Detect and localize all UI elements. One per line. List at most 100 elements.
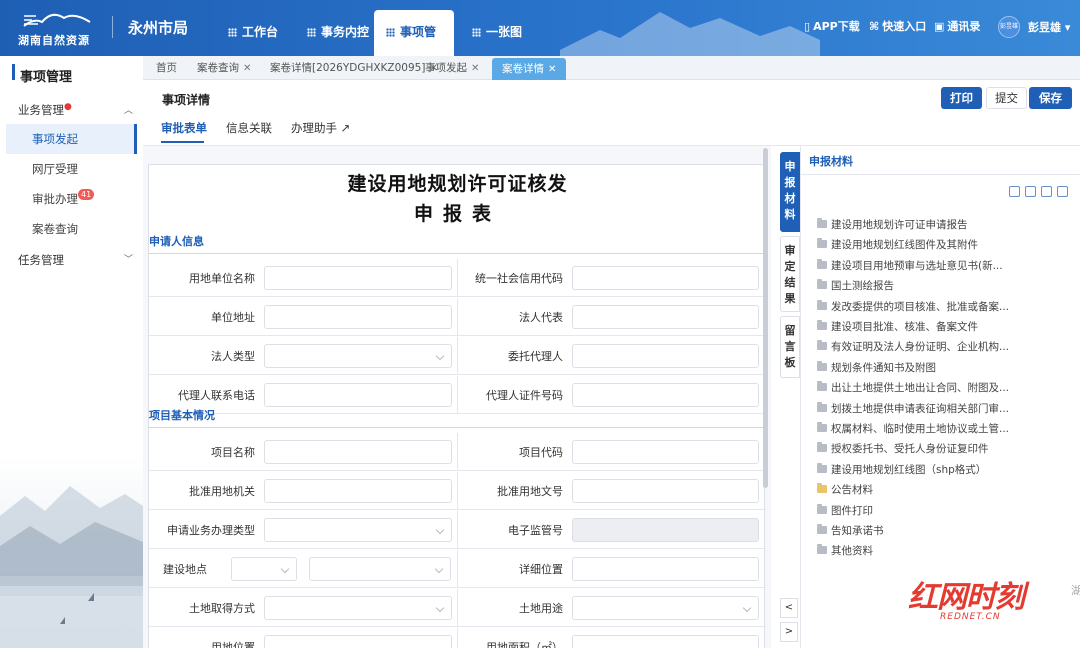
vtab-message-board[interactable]: 留言板 xyxy=(780,316,800,378)
field-input[interactable] xyxy=(572,479,759,503)
form-row: 法人类型 委托代理人 xyxy=(149,337,766,375)
crumb-initiate[interactable]: 事项发起 ✕ xyxy=(425,56,479,80)
field-input[interactable] xyxy=(264,266,452,290)
download-icon[interactable] xyxy=(1041,186,1052,197)
location-select-1[interactable] xyxy=(231,557,297,581)
top-bar: 湖南自然资源 永州市局 工作台 事务内控 事项管理 一张图 ▯APP下载 ⌘快速… xyxy=(0,0,1080,56)
field-label: 详细位置 xyxy=(519,563,563,576)
tab-assistant[interactable]: 办理助手 ↗ xyxy=(291,120,350,136)
material-item[interactable]: 公告材料 xyxy=(817,482,873,497)
page-title: 事项详情 xyxy=(162,93,211,107)
crumb-home[interactable]: 首页 xyxy=(156,56,177,80)
sidebar-item-hall-acceptance[interactable]: 网厅受理 xyxy=(6,154,137,184)
field-select[interactable] xyxy=(572,596,759,620)
field-input[interactable] xyxy=(572,305,759,329)
close-icon[interactable]: ✕ xyxy=(243,63,251,74)
field-input[interactable] xyxy=(572,440,759,464)
field-select[interactable] xyxy=(264,344,452,368)
material-item[interactable]: 告知承诺书 xyxy=(817,523,884,538)
material-item[interactable]: 权属材料、临时使用土地协议或土管... xyxy=(817,421,1009,436)
field-input[interactable] xyxy=(264,440,452,464)
sidebar-group-business[interactable]: 业务管理● xyxy=(18,102,72,118)
logo: 湖南自然资源 xyxy=(18,8,100,48)
field-input[interactable] xyxy=(572,344,759,368)
material-item[interactable]: 图件打印 xyxy=(817,503,873,518)
tab-item-management[interactable]: 事项管理 xyxy=(374,10,454,56)
sidebar-item-initiate[interactable]: 事项发起 xyxy=(6,124,137,154)
tab-approval-form[interactable]: 审批表单 xyxy=(161,120,207,136)
quick-entry-link[interactable]: ⌘ 快速入口 xyxy=(869,18,926,34)
material-label: 告知承诺书 xyxy=(831,525,884,537)
crumb-case-detail-ref[interactable]: 案卷详情[2026YDGHXKZ0095] ✕ xyxy=(270,56,438,80)
sidebar-group-tasks[interactable]: 任务管理 xyxy=(18,252,64,268)
material-item[interactable]: 有效证明及法人身份证明、企业机构... xyxy=(817,339,1009,354)
app-download-label: APP下载 xyxy=(813,20,860,33)
app-download-link[interactable]: ▯ APP下载 xyxy=(804,18,860,34)
submit-button[interactable]: 提交 xyxy=(986,87,1027,109)
material-item[interactable]: 发改委提供的项目核准、批准或备案... xyxy=(817,299,1009,314)
bureau-name: 永州市局 xyxy=(128,19,189,37)
expand-icon[interactable] xyxy=(1057,186,1068,197)
avatar[interactable]: 彭昱雄 xyxy=(998,16,1020,38)
material-item[interactable]: 国土测绘报告 xyxy=(817,278,894,293)
material-item[interactable]: 建设用地规划许可证申请报告 xyxy=(817,217,968,232)
field-select[interactable] xyxy=(264,596,452,620)
material-item[interactable]: 建设用地规划红线图件及其附件 xyxy=(817,237,978,252)
material-label: 建设用地规划红线图（shp格式） xyxy=(831,463,987,476)
field-input[interactable] xyxy=(572,557,759,581)
crumb-case-detail[interactable]: 案卷详情 ✕ xyxy=(492,58,567,80)
material-item[interactable]: 授权委托书、受托人身份证复印件 xyxy=(817,441,989,456)
form-scrollbar[interactable] xyxy=(763,148,768,488)
form-row: 申请业务办理类型 电子监管号 xyxy=(149,511,766,549)
chevron-up-icon[interactable]: ︿ xyxy=(124,103,133,116)
chevron-down-icon[interactable]: ﹀ xyxy=(124,252,133,265)
tab-workbench[interactable]: 工作台 xyxy=(216,10,290,56)
field-label: 申请业务办理类型 xyxy=(167,524,255,537)
field-input[interactable] xyxy=(572,635,759,648)
form-row: 代理人联系电话 代理人证件号码 xyxy=(149,376,766,414)
field-input[interactable] xyxy=(264,305,452,329)
user-menu[interactable]: 彭昱雄 ▾ xyxy=(1028,19,1070,35)
tab-one-map[interactable]: 一张图 xyxy=(460,10,534,56)
sidebar-item-approval[interactable]: 审批办理 41 xyxy=(6,184,137,214)
material-item[interactable]: 规划条件通知书及附图 xyxy=(817,360,936,375)
field-input[interactable] xyxy=(572,266,759,290)
tab-internal-control[interactable]: 事务内控 xyxy=(295,10,381,56)
column-divider xyxy=(457,337,458,375)
field-input[interactable] xyxy=(264,635,452,648)
close-icon[interactable]: ✕ xyxy=(548,64,556,75)
crumb-case-query[interactable]: 案卷查询 ✕ xyxy=(197,56,251,80)
material-item[interactable]: 出让土地提供土地出让合同、附图及... xyxy=(817,380,1009,395)
vtab-materials[interactable]: 申报材料 xyxy=(780,152,800,232)
form-subtitle: 申报表 xyxy=(413,203,501,225)
prev-button[interactable]: < xyxy=(780,598,798,618)
mountain-decoration xyxy=(560,12,820,56)
material-item[interactable]: 建设项目用地预审与选址意见书(新... xyxy=(817,258,1003,273)
refresh-icon[interactable] xyxy=(1009,186,1020,197)
save-button[interactable]: 保存 xyxy=(1029,87,1072,109)
folder-icon xyxy=(817,360,827,371)
sidebar-item-case-query[interactable]: 案卷查询 xyxy=(6,214,137,244)
location-select-2[interactable] xyxy=(309,557,451,581)
field-input[interactable] xyxy=(572,383,759,407)
sidebar-item-label: 网厅受理 xyxy=(32,162,78,176)
field-input[interactable] xyxy=(264,383,452,407)
contacts-link[interactable]: ▣ 通讯录 xyxy=(934,18,980,34)
field-select[interactable] xyxy=(264,518,452,542)
vtab-label: 留言板 xyxy=(784,324,796,369)
print-button[interactable]: 打印 xyxy=(941,87,982,109)
tab-label: 工作台 xyxy=(242,25,279,39)
upload-icon[interactable] xyxy=(1025,186,1036,197)
crumb-label: 事项发起 xyxy=(425,62,467,74)
material-item[interactable]: 划拨土地提供申请表征询相关部门审... xyxy=(817,401,1009,416)
material-item[interactable]: 建设项目批准、核准、备案文件 xyxy=(817,319,978,334)
form-row: 土地取得方式 土地用途 xyxy=(149,589,766,627)
material-item[interactable]: 建设用地规划红线图（shp格式） xyxy=(817,462,986,477)
field-input[interactable] xyxy=(264,479,452,503)
mobile-icon: ▯ xyxy=(804,20,811,33)
vtab-review-result[interactable]: 审定结果 xyxy=(780,236,800,312)
close-icon[interactable]: ✕ xyxy=(471,63,479,74)
tab-info-link[interactable]: 信息关联 xyxy=(226,120,272,136)
material-item[interactable]: 其他资料 xyxy=(817,543,873,558)
next-button[interactable]: > xyxy=(780,622,798,642)
